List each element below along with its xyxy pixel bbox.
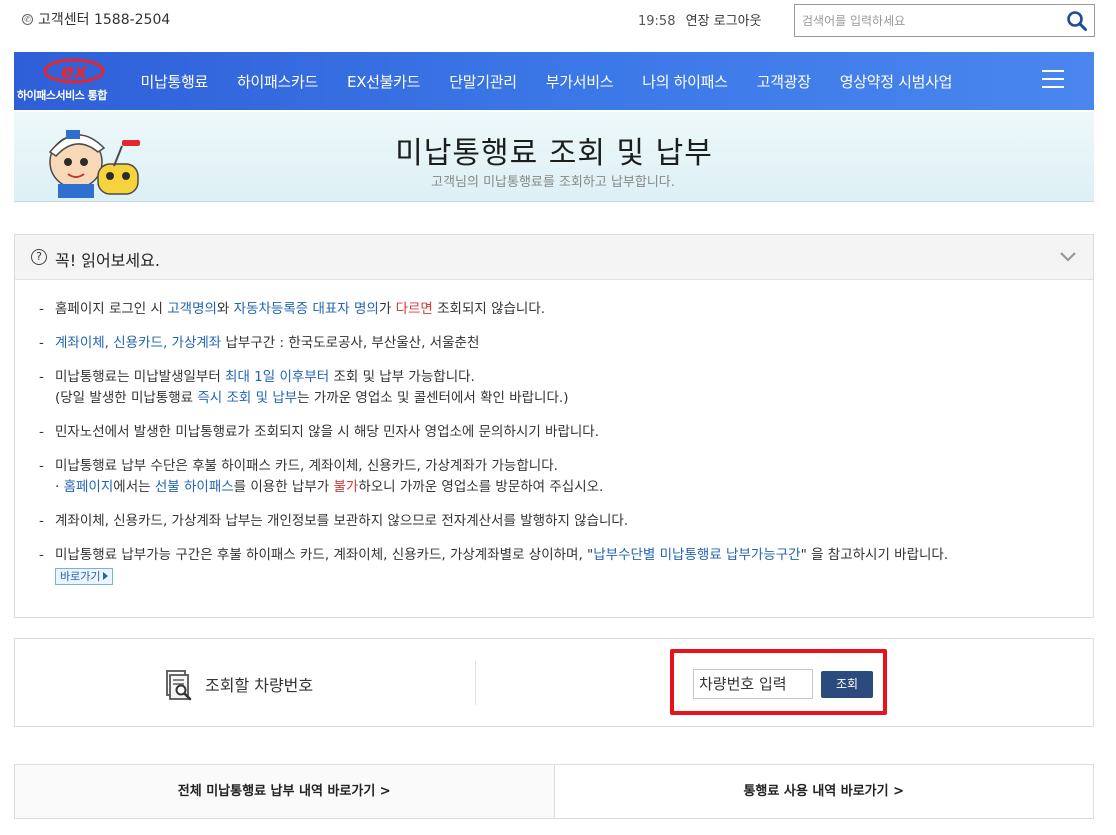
notice-text: 미납통행료는 미납발생일부터 (55, 369, 226, 385)
nav-item-device-management[interactable]: 단말기관리 (435, 71, 532, 92)
toll-usage-history-link[interactable]: 통행료 사용 내역 바로가기 > (553, 765, 1093, 818)
notice-text: 미납통행료 납부가능 구간은 후불 하이패스 카드, 계좌이체, 신용카드, 가… (55, 547, 594, 563)
notice-text: 납부구간 : 한국도로공사, 부산울산, 서울춘천 (221, 335, 480, 351)
notice-warning: 불가 (333, 479, 359, 495)
customer-center: ✆ 고객센터 1588-2504 (22, 9, 170, 29)
session-info: 19:58 연장 로그아웃 (638, 10, 762, 29)
notice-highlight: 선불 하이패스 (154, 479, 234, 495)
notice-highlight: 최대 1일 이후부터 (225, 369, 330, 385)
nav-item-my-hipass[interactable]: 나의 하이패스 (628, 71, 742, 92)
page-title: 미납통행료 조회 및 납부 (395, 136, 713, 171)
chevron-down-icon[interactable] (1059, 251, 1077, 263)
phone-icon: ✆ (22, 13, 33, 25)
notice-item: 민자노선에서 발생한 미납통행료가 조회되지 않을 시 해당 민자사 영업소에 … (39, 422, 1079, 443)
nav-item-additional-services[interactable]: 부가서비스 (531, 71, 628, 92)
vehicle-number-input[interactable] (693, 669, 813, 699)
divider (475, 661, 476, 705)
notice-bullet: · (55, 479, 64, 495)
nav-item-customer-plaza[interactable]: 고객광장 (742, 71, 825, 92)
play-arrow-icon (103, 572, 109, 580)
nav-item-hipass-card[interactable]: 하이패스카드 (223, 71, 333, 92)
notice-text: 계좌이체, 신용카드, 가상계좌 납부는 개인정보를 보관하지 않으므로 전자계… (55, 513, 629, 529)
notice-item: 미납통행료 납부가능 구간은 후불 하이패스 카드, 계좌이체, 신용카드, 가… (39, 545, 1079, 587)
notice-text: 하오니 가까운 영업소를 방문하여 주십시오. (358, 479, 604, 495)
search-icon[interactable] (1066, 10, 1088, 32)
notice-text: 미납통행료 납부 수단은 후불 하이패스 카드, 계좌이체, 신용카드, 가상계… (55, 458, 558, 474)
main-navigation: ex 하이패스서비스 통합 미납통행료 하이패스카드 EX선불카드 단말기관리 … (14, 52, 1094, 110)
notice-text: 조회 및 납부 가능합니다. (329, 369, 475, 385)
vehicle-number-label: 조회할 차량번호 (205, 676, 314, 695)
notice-text: " 을 참고하시기 바랍니다. (800, 547, 949, 563)
vehicle-search-panel: 조회할 차량번호 조회 (14, 638, 1094, 727)
notice-text: 를 이용한 납부가 (233, 479, 334, 495)
notice-item: 계좌이체, 신용카드, 가상계좌 납부는 개인정보를 보관하지 않으므로 전자계… (39, 511, 1079, 532)
notice-highlight: 계좌이체, 신용카드, 가상계좌 (55, 335, 222, 351)
notice-item: 홈페이지 로그인 시 고객명의와 자동차등록증 대표자 명의가 다르면 조회되지… (39, 299, 1079, 320)
extend-session-link[interactable]: 연장 (686, 14, 710, 29)
menu-icon[interactable] (1042, 70, 1064, 90)
shortcut-label: 바로가기 (60, 570, 101, 583)
notice-subline: (당일 발생한 미납통행료 즉시 조회 및 납부는 가까운 영업소 및 콜센터에… (55, 388, 1079, 409)
logout-link[interactable]: 로그아웃 (714, 14, 762, 29)
document-search-icon (166, 670, 192, 701)
notice-text: 가 (378, 301, 396, 317)
notice-header[interactable]: ? 꼭! 읽어보세요. (15, 235, 1093, 280)
notice-highlight: 즉시 조회 및 납부 (197, 390, 298, 406)
notice-item: 미납통행료는 미납발생일부터 최대 1일 이후부터 조회 및 납부 가능합니다.… (39, 367, 1079, 409)
unpaid-payment-history-link[interactable]: 전체 미납통행료 납부 내역 바로가기 > (15, 765, 554, 818)
notice-text: 조회되지 않습니다. (432, 301, 546, 317)
nav-item-video-agreement-pilot[interactable]: 영상약정 시범사업 (825, 71, 966, 92)
notice-text: 와 (216, 301, 234, 317)
page-banner: 미납통행료 조회 및 납부 고객님의 미납통행료를 조회하고 납부합니다. (14, 112, 1094, 202)
question-icon: ? (31, 249, 47, 265)
notice-text: 홈페이지 로그인 시 (55, 301, 168, 317)
notice-text: (당일 발생한 미납통행료 (55, 390, 198, 406)
nav-menu: 미납통행료 하이패스카드 EX선불카드 단말기관리 부가서비스 나의 하이패스 … (126, 52, 967, 110)
shortcut-button[interactable]: 바로가기 (55, 568, 114, 585)
notice-warning: 다르면 (395, 301, 433, 317)
search-button[interactable]: 조회 (821, 671, 873, 698)
search-box (794, 4, 1095, 37)
search-input[interactable] (795, 5, 1057, 36)
page-subtitle: 고객님의 미납통행료를 조회하고 납부합니다. (431, 175, 675, 190)
notice-item: 미납통행료 납부 수단은 후불 하이패스 카드, 계좌이체, 신용카드, 가상계… (39, 456, 1079, 498)
nav-item-unpaid-toll[interactable]: 미납통행료 (126, 71, 223, 92)
logo-text: 하이패스서비스 통합 (17, 89, 107, 102)
session-timer: 19:58 (638, 14, 676, 29)
notice-title: 꼭! 읽어보세요. (55, 251, 160, 270)
notice-text: 에서는 (113, 479, 155, 495)
ex-logo-icon: ex (43, 58, 105, 84)
bottom-links: 전체 미납통행료 납부 내역 바로가기 > 통행료 사용 내역 바로가기 > (14, 764, 1094, 819)
notice-panel: ? 꼭! 읽어보세요. 홈페이지 로그인 시 고객명의와 자동차등록증 대표자 … (14, 234, 1094, 618)
notice-subline: 바로가기 (55, 566, 1079, 587)
notice-highlight: 납부수단별 미납통행료 납부가능구간 (593, 547, 801, 563)
notice-item: 계좌이체, 신용카드, 가상계좌 납부구간 : 한국도로공사, 부산울산, 서울… (39, 333, 1079, 354)
notice-highlight: 자동차등록증 대표자 명의 (233, 301, 379, 317)
top-utility-bar: ✆ 고객센터 1588-2504 19:58 연장 로그아웃 (0, 0, 1116, 50)
notice-subline: · 홈페이지에서는 선불 하이패스를 이용한 납부가 불가하오니 가까운 영업소… (55, 477, 1079, 498)
nav-item-ex-prepaid-card[interactable]: EX선불카드 (333, 71, 435, 92)
notice-text: 민자노선에서 발생한 미납통행료가 조회되지 않을 시 해당 민자사 영업소에 … (55, 424, 600, 440)
svg-text:ex: ex (61, 59, 89, 83)
site-logo[interactable]: ex 하이패스서비스 통합 (14, 52, 134, 110)
notice-text: 는 가까운 영업소 및 콜센터에서 확인 바랍니다.) (297, 390, 569, 406)
customer-center-text: 고객센터 1588-2504 (38, 12, 171, 28)
notice-list: 홈페이지 로그인 시 고객명의와 자동차등록증 대표자 명의가 다르면 조회되지… (39, 299, 1079, 600)
notice-highlight: 고객명의 (167, 301, 217, 317)
notice-highlight: 홈페이지 (63, 479, 114, 495)
